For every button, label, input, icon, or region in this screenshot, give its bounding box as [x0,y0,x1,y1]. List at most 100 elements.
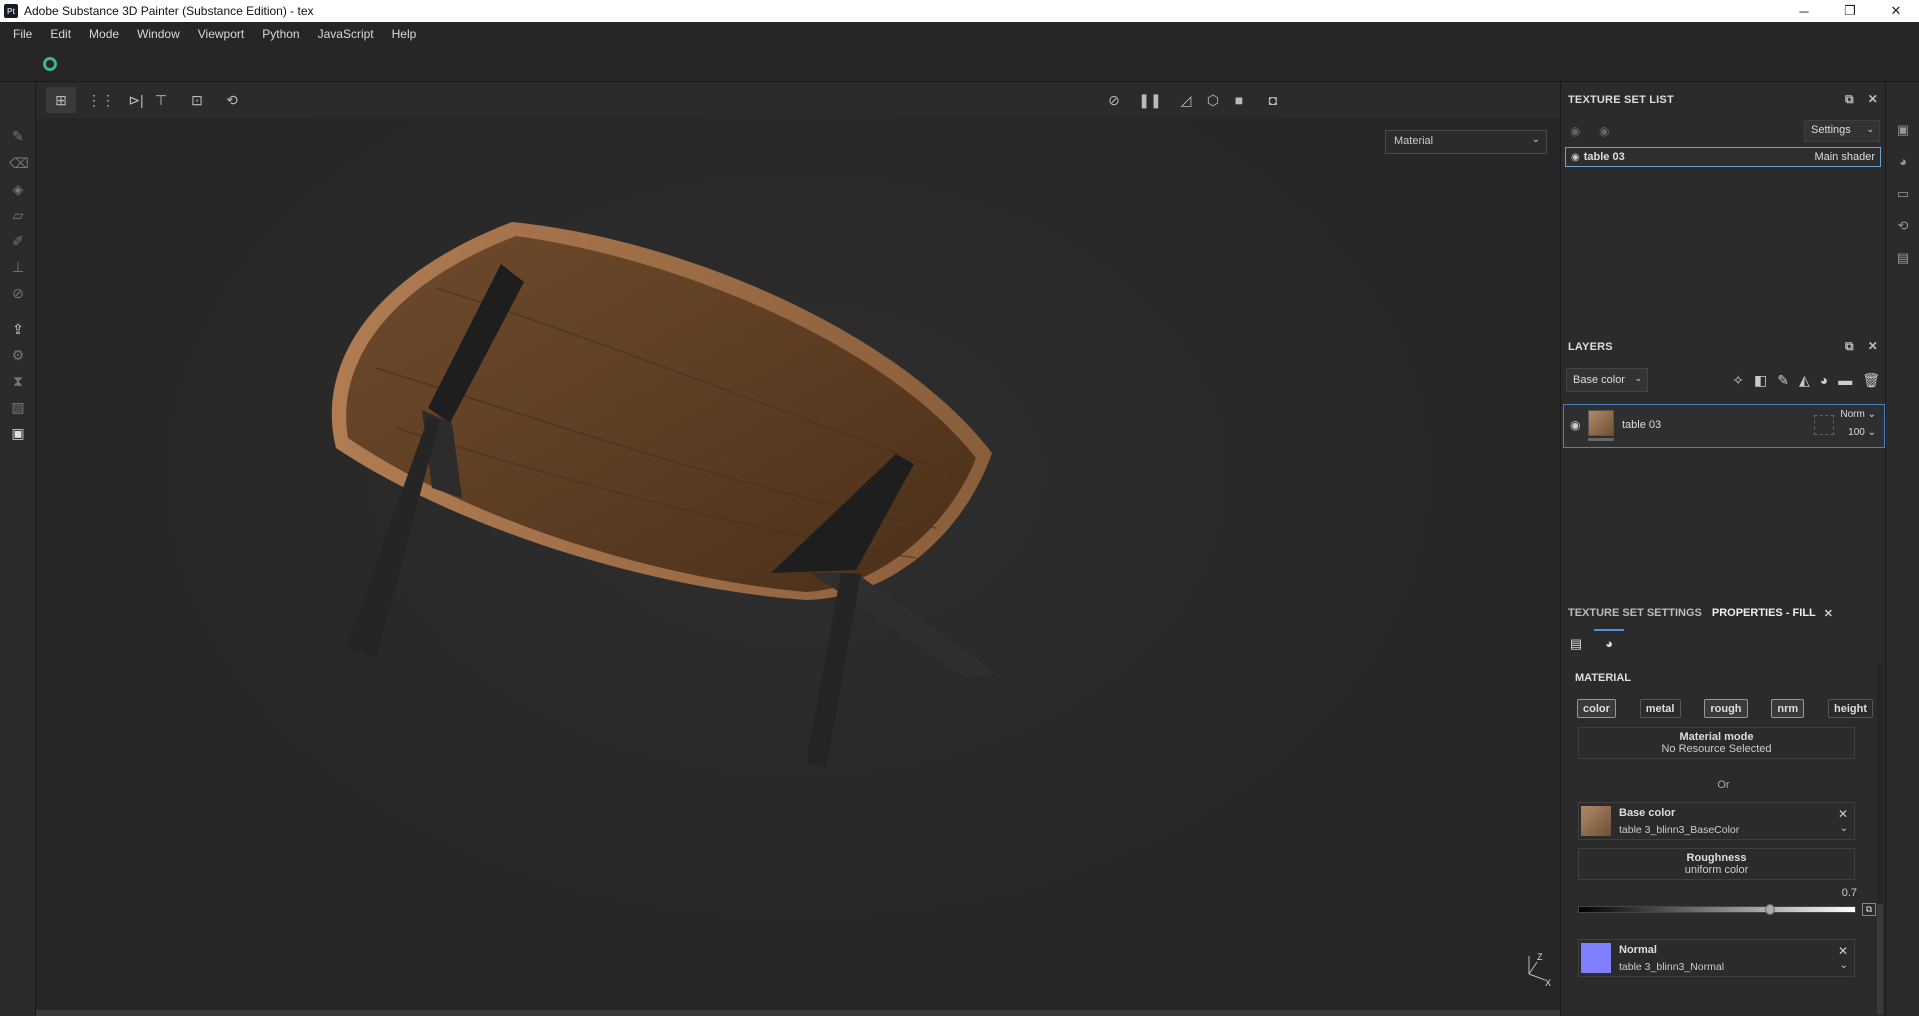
chevron-down-icon[interactable]: ⌄ [1840,823,1848,834]
smudge-icon[interactable]: ✐ [9,232,27,250]
material-mode-slot[interactable]: Material mode No Resource Selected [1578,727,1855,759]
table-render [331,222,996,768]
channel-height-toggle[interactable]: height [1827,699,1873,718]
mirror-y-icon[interactable]: ⊤ [146,87,176,113]
add-paint-layer-icon[interactable]: ✎ [1777,372,1789,389]
layer-name[interactable]: table 03 [1622,419,1661,431]
menu-javascript[interactable]: JavaScript [309,27,383,41]
shader-settings-icon[interactable]: ◕ [1895,154,1911,170]
projection-icon[interactable]: ◈ [9,180,27,198]
properties-scrollbar[interactable] [1877,664,1883,1014]
pause-icon[interactable]: ❚❚ [1135,87,1165,113]
add-effect-icon[interactable]: ✧ [1732,372,1744,389]
viewport-mode-dropdown[interactable]: Material ⌄ [1385,130,1547,154]
app-icon: Pt [4,4,18,18]
menu-edit[interactable]: Edit [41,27,80,41]
close-button[interactable]: ✕ [1873,0,1919,22]
layer-row[interactable]: ◉ table 03 Norm ⌄ 100 ⌄ [1563,404,1885,448]
eye-icon[interactable]: ◉ [1599,124,1609,138]
scrollbar-thumb[interactable] [1877,904,1883,1014]
history-icon[interactable]: ⟲ [217,87,247,113]
eye-icon[interactable]: ◉ [1570,418,1580,432]
hide-icon[interactable]: ◉ [1570,124,1580,138]
delete-icon[interactable]: 🗑 [1862,372,1880,389]
3d-viewport[interactable] [36,118,1560,1010]
screenshot-camera-icon[interactable]: ◘ [1258,87,1288,113]
float-panel-icon[interactable]: ⧉ [1845,92,1854,107]
history-icon[interactable]: ⟲ [1895,218,1911,234]
chevron-down-icon: ⌄ [1634,373,1642,383]
camera-icon[interactable]: ■ [1224,87,1254,113]
eraser-icon[interactable]: ⌫ [9,154,29,172]
channel-dropdown-label: Base color [1573,374,1625,386]
menu-bar: File Edit Mode Window Viewport Python Ja… [0,22,1919,46]
roughness-source: uniform color [1684,864,1749,876]
blend-mode-dropdown[interactable]: Norm ⌄ [1840,409,1876,420]
layer-thumbnail-bar [1588,438,1614,441]
close-tab-icon[interactable]: ✕ [1824,607,1833,620]
add-smart-material-icon[interactable]: ◕ [1820,372,1828,389]
roughness-slider[interactable] [1578,904,1856,915]
material-sphere-icon[interactable]: ◕ [1601,636,1617,652]
texture-set-row[interactable]: ◉ table 03 Main shader [1565,147,1881,167]
hide-icon[interactable]: ⊘ [1099,87,1129,113]
clone-stamp-icon[interactable]: ⊥ [9,258,27,276]
export-icon[interactable]: ⇪ [9,320,27,338]
tab-properties-fill[interactable]: PROPERTIES - FILL [1712,607,1816,619]
menu-help[interactable]: Help [383,27,426,41]
screenshot-icon[interactable]: ▣ [9,424,27,442]
channel-color-toggle[interactable]: color [1577,699,1616,718]
polygon-fill-icon[interactable]: ▱ [9,206,27,224]
menu-mode[interactable]: Mode [80,27,128,41]
channel-dropdown[interactable]: Base color ⌄ [1566,368,1648,392]
log-icon[interactable]: ▤ [1895,250,1911,266]
perspective-icon[interactable]: ◿ [1171,87,1201,113]
close-panel-icon[interactable]: ✕ [1868,92,1878,107]
tab-texture-set-settings[interactable]: TEXTURE SET SETTINGS [1568,607,1702,619]
grid-view-icon[interactable]: ⋮⋮ [86,87,116,113]
add-view-icon[interactable]: ⊡ [182,87,212,113]
base-color-resource[interactable]: table 3_blinn3_BaseColor [1619,824,1739,836]
float-panel-icon[interactable]: ⧉ [1845,339,1854,354]
mask-slot[interactable] [1814,415,1834,435]
clear-resource-icon[interactable]: ✕ [1838,944,1848,958]
channel-rough-toggle[interactable]: rough [1704,699,1748,718]
eye-icon[interactable]: ◉ [1571,152,1580,163]
bucket-icon[interactable]: ⧗ [9,372,27,390]
roughness-value[interactable]: 0.7 [1842,887,1857,899]
close-panel-icon[interactable]: ✕ [1868,339,1878,354]
slider-handle[interactable] [1765,904,1776,915]
settings-dropdown[interactable]: Settings ⌄ [1804,120,1880,142]
display-settings-icon[interactable]: ▣ [1895,122,1911,138]
opacity-field[interactable]: 100 ⌄ [1848,427,1876,438]
maximize-button[interactable]: ❐ [1827,0,1873,22]
channel-metal-toggle[interactable]: metal [1639,699,1681,718]
channel-nrm-toggle[interactable]: nrm [1771,699,1805,718]
menu-python[interactable]: Python [253,27,308,41]
menu-window[interactable]: Window [128,27,189,41]
base-color-slot[interactable]: Base color table 3_blinn3_BaseColor ✕ ⌄ [1578,802,1855,840]
fill-settings-icon[interactable]: ▤ [1568,636,1584,652]
menu-file[interactable]: File [4,27,41,41]
sync-status-icon[interactable] [43,57,57,71]
add-mask-icon[interactable]: ◧ [1754,372,1767,389]
normal-resource[interactable]: table 3_blinn3_Normal [1619,961,1724,973]
chevron-down-icon[interactable]: ⌄ [1840,960,1848,971]
randomize-icon[interactable]: ⧉ [1862,903,1876,916]
normal-slot[interactable]: Normal table 3_blinn3_Normal ✕ ⌄ [1578,939,1855,977]
shader-name[interactable]: Main shader [1814,151,1875,163]
color-picker-icon[interactable]: ⊘ [9,284,27,302]
grid-icon[interactable]: ▨ [9,398,27,416]
roughness-slot[interactable]: Roughness uniform color [1578,848,1855,880]
base-color-label: Base color [1619,807,1676,819]
minimize-button[interactable]: ─ [1781,0,1827,22]
opacity-value: 100 [1848,427,1865,438]
clear-resource-icon[interactable]: ✕ [1838,807,1848,821]
add-folder-icon[interactable]: ▬ [1838,372,1852,389]
single-view-icon[interactable]: ⊞ [46,87,76,113]
assets-icon[interactable]: ▭ [1895,186,1911,202]
paint-brush-icon[interactable]: ✎ [9,127,27,145]
menu-viewport[interactable]: Viewport [189,27,253,41]
add-fill-layer-icon[interactable]: ◭ [1799,372,1810,389]
bake-icon[interactable]: ⚙ [9,346,27,364]
